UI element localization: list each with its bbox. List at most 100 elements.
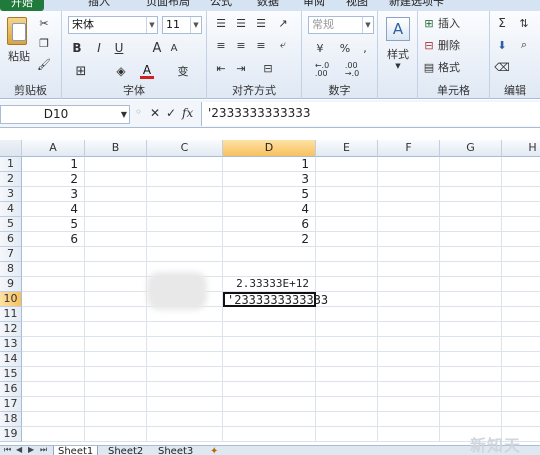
cell-c19[interactable]	[147, 427, 223, 442]
new-sheet-icon[interactable]: ✦	[206, 446, 222, 455]
cell-a14[interactable]	[22, 352, 85, 367]
row-header-8[interactable]: 8	[0, 262, 22, 277]
chevron-down-icon[interactable]: ▼	[121, 106, 127, 123]
insert-function-icon[interactable]: fx	[182, 106, 193, 120]
cell-a16[interactable]	[22, 382, 85, 397]
cell-d7[interactable]	[223, 247, 316, 262]
cell-b5[interactable]	[85, 217, 147, 232]
cell-f12[interactable]	[378, 322, 440, 337]
fill-icon[interactable]: ⬇	[494, 38, 510, 52]
cell-c6[interactable]	[147, 232, 223, 247]
format-painter-icon[interactable]: 🖌	[36, 56, 52, 72]
orientation-icon[interactable]: ↗	[275, 16, 291, 30]
cell-f16[interactable]	[378, 382, 440, 397]
cell-a10[interactable]	[22, 292, 85, 307]
cell-e13[interactable]	[316, 337, 378, 352]
cell-b19[interactable]	[85, 427, 147, 442]
cell-g7[interactable]	[440, 247, 502, 262]
cell-e6[interactable]	[316, 232, 378, 247]
cell-d8[interactable]	[223, 262, 316, 277]
cell-g9[interactable]	[440, 277, 502, 292]
cell-h11[interactable]	[502, 307, 540, 322]
row-header-3[interactable]: 3	[0, 187, 22, 202]
styles-icon[interactable]: A	[386, 17, 410, 41]
cell-h2[interactable]	[502, 172, 540, 187]
cell-b3[interactable]	[85, 187, 147, 202]
cell-b16[interactable]	[85, 382, 147, 397]
cell-a12[interactable]	[22, 322, 85, 337]
cell-h8[interactable]	[502, 262, 540, 277]
cell-a9[interactable]	[22, 277, 85, 292]
cell-g6[interactable]	[440, 232, 502, 247]
cell-f5[interactable]	[378, 217, 440, 232]
cell-b2[interactable]	[85, 172, 147, 187]
grow-font-button[interactable]: A	[150, 40, 164, 56]
sheet-tab-3[interactable]: Sheet3	[154, 446, 197, 455]
cell-a6[interactable]: 6	[22, 232, 85, 247]
cell-c13[interactable]	[147, 337, 223, 352]
cell-g14[interactable]	[440, 352, 502, 367]
row-header-13[interactable]: 13	[0, 337, 22, 352]
cell-b18[interactable]	[85, 412, 147, 427]
cell-h18[interactable]	[502, 412, 540, 427]
cell-e4[interactable]	[316, 202, 378, 217]
cell-a13[interactable]	[22, 337, 85, 352]
cell-c4[interactable]	[147, 202, 223, 217]
row-header-19[interactable]: 19	[0, 427, 22, 442]
cell-e11[interactable]	[316, 307, 378, 322]
align-left-icon[interactable]: ≡	[213, 38, 229, 52]
cell-c5[interactable]	[147, 217, 223, 232]
cell-d6[interactable]: 2	[223, 232, 316, 247]
cell-d1[interactable]: 1	[223, 157, 316, 172]
cell-c7[interactable]	[147, 247, 223, 262]
cell-h4[interactable]	[502, 202, 540, 217]
cell-a2[interactable]: 2	[22, 172, 85, 187]
cell-h14[interactable]	[502, 352, 540, 367]
last-sheet-icon[interactable]: ⏭	[40, 446, 47, 455]
cancel-entry-icon[interactable]: ✕	[150, 106, 160, 120]
cell-b1[interactable]	[85, 157, 147, 172]
cell-a11[interactable]	[22, 307, 85, 322]
row-header-9[interactable]: 9	[0, 277, 22, 292]
row-header-1[interactable]: 1	[0, 157, 22, 172]
tab-formulas[interactable]: 公式	[210, 0, 232, 10]
cell-g5[interactable]	[440, 217, 502, 232]
cell-b14[interactable]	[85, 352, 147, 367]
copy-icon[interactable]: ❐	[36, 35, 52, 51]
cell-g16[interactable]	[440, 382, 502, 397]
cell-h17[interactable]	[502, 397, 540, 412]
cell-c16[interactable]	[147, 382, 223, 397]
cell-b6[interactable]	[85, 232, 147, 247]
italic-button[interactable]: I	[92, 40, 106, 56]
column-header-a[interactable]: A	[22, 140, 85, 157]
cell-b12[interactable]	[85, 322, 147, 337]
comma-button[interactable]: ,	[358, 40, 372, 56]
cell-c3[interactable]	[147, 187, 223, 202]
cell-a5[interactable]: 5	[22, 217, 85, 232]
row-header-2[interactable]: 2	[0, 172, 22, 187]
column-header-b[interactable]: B	[85, 140, 147, 157]
cell-g4[interactable]	[440, 202, 502, 217]
cell-f1[interactable]	[378, 157, 440, 172]
cell-e17[interactable]	[316, 397, 378, 412]
cell-d2[interactable]: 3	[223, 172, 316, 187]
cell-a4[interactable]: 4	[22, 202, 85, 217]
wrap-text-icon[interactable]: ⤶	[275, 38, 291, 52]
cell-b17[interactable]	[85, 397, 147, 412]
cell-c12[interactable]	[147, 322, 223, 337]
cell-a8[interactable]	[22, 262, 85, 277]
cell-e5[interactable]	[316, 217, 378, 232]
cell-e9[interactable]	[316, 277, 378, 292]
cell-e18[interactable]	[316, 412, 378, 427]
cell-b15[interactable]	[85, 367, 147, 382]
cell-f7[interactable]	[378, 247, 440, 262]
cell-h5[interactable]	[502, 217, 540, 232]
align-bottom-icon[interactable]: ☰	[253, 16, 269, 30]
cell-f8[interactable]	[378, 262, 440, 277]
format-cells-button[interactable]: 格式	[438, 60, 468, 74]
row-header-14[interactable]: 14	[0, 352, 22, 367]
cell-e19[interactable]	[316, 427, 378, 442]
font-size-select[interactable]: 11 ▼	[162, 16, 202, 34]
align-middle-icon[interactable]: ☰	[233, 16, 249, 30]
cell-a3[interactable]: 3	[22, 187, 85, 202]
